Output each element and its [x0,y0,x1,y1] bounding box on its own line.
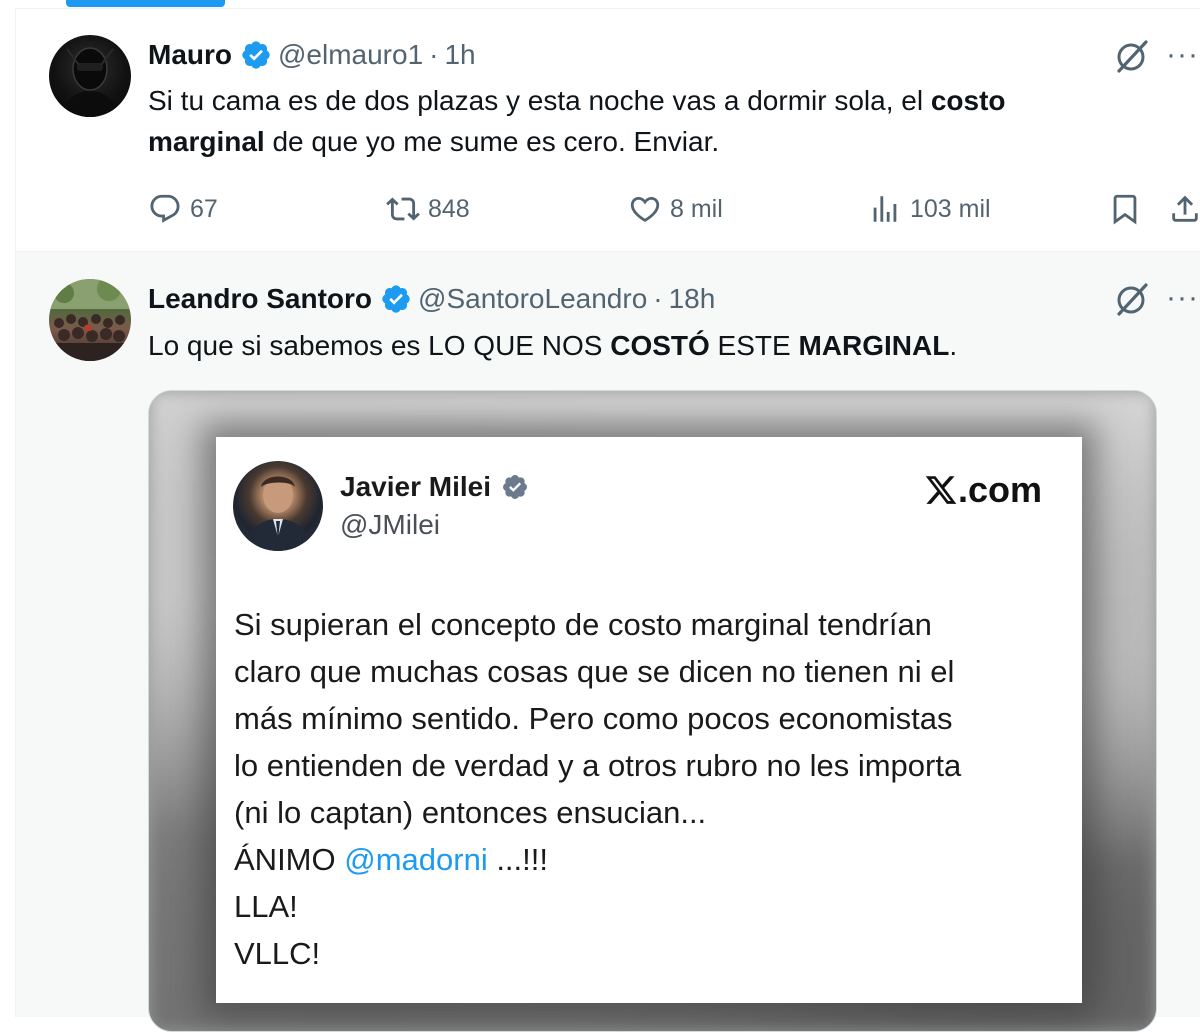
card-tweet-text: Si supieran el concepto de costo margina… [234,601,1074,977]
card-author-handle: @JMilei [340,509,440,540]
active-tab-indicator [66,0,225,7]
like-count: 8 mil [670,194,723,223]
avatar[interactable] [49,35,131,117]
tweet-mauro[interactable]: Mauro @elmauro1 · 1h ··· Si tu cama es d… [16,9,1200,252]
verified-badge-icon [240,39,272,71]
tweet-text: Lo que si sabemos es LO QUE NOS COSTÓ ES… [148,325,1148,366]
bookmark-button[interactable] [1108,189,1150,229]
card-text-line: (ni lo captan) entonces ensucian... [234,795,707,830]
tweet-text-part: ESTE [709,330,799,361]
like-icon [630,196,660,222]
timestamp[interactable]: 18h [669,283,716,315]
timestamp[interactable]: 1h [444,39,475,71]
repost-button[interactable]: 848 [386,189,470,229]
card-text-line: VLLC! [234,936,321,971]
tweet-text-bold: COSTÓ [610,330,710,361]
xcom-logo: .com [924,469,1042,511]
mention: @madorni [344,842,488,877]
share-button[interactable] [1168,189,1200,229]
author-handle[interactable]: @elmauro1 [278,39,423,71]
views-icon [873,196,897,222]
verified-badge-icon [501,473,529,501]
action-bar: 67 848 8 mil 103 mil [148,189,1200,229]
tweet-text-part: Lo que si sabemos es LO QUE NOS [148,330,611,361]
card-text-line: lo entienden de verdad y a otros rubro n… [234,748,962,783]
card-text-line: Si supieran el concepto de costo margina… [234,607,932,642]
tweet-leandro-santoro[interactable]: Leandro Santoro @SantoroLeandro · 18h ··… [16,252,1200,1032]
x-logo-icon [925,476,957,504]
repost-icon [386,197,420,221]
author-handle[interactable]: @SantoroLeandro [418,283,647,315]
avatar [233,461,323,551]
bookmark-icon [1113,194,1137,225]
reply-icon [150,194,180,223]
tweet-media-image[interactable]: Javier Milei @JMilei .com Si supieran el… [148,390,1157,1032]
reply-count: 67 [190,194,218,223]
card-text-line: LLA! [234,889,298,924]
site-label: .com [957,469,1042,510]
screenshot-card: Javier Milei @JMilei .com Si supieran el… [216,437,1082,1003]
avatar[interactable] [49,279,131,361]
card-text-part: ÁNIMO [234,842,345,877]
author-name[interactable]: Leandro Santoro [148,283,372,315]
grok-icon[interactable] [1114,38,1150,74]
tweet-text: Si tu cama es de dos plazas y esta noche… [148,80,1108,162]
verified-badge-icon [380,283,412,315]
card-text-line: ÁNIMO @madorni ...!!! [234,836,1074,883]
more-icon[interactable]: ··· [1166,283,1199,313]
separator-dot: · [429,39,439,70]
card-author-name: Javier Milei [340,471,491,502]
share-icon [1172,195,1198,222]
grok-icon[interactable] [1114,281,1150,317]
separator-dot: · [653,283,663,314]
author-name[interactable]: Mauro [148,39,232,71]
views-button[interactable]: 103 mil [868,189,991,229]
tweet-text-bold: MARGINAL [798,330,950,361]
card-text-line: claro que muchas cosas que se dicen no t… [234,654,955,689]
card-text-line: más mínimo sentido. Pero como pocos econ… [234,701,953,736]
views-count: 103 mil [910,194,991,223]
tweet-text-part: . [949,330,958,361]
card-text-part: ...!!! [487,842,548,877]
tweet-text-part: de que yo me sume es cero. Enviar. [264,126,720,157]
repost-count: 848 [428,194,470,223]
more-icon[interactable]: ··· [1166,40,1199,70]
like-button[interactable]: 8 mil [628,189,723,229]
reply-button[interactable]: 67 [148,189,218,229]
tweet-text-part: Si tu cama es de dos plazas y esta noche… [148,85,931,116]
